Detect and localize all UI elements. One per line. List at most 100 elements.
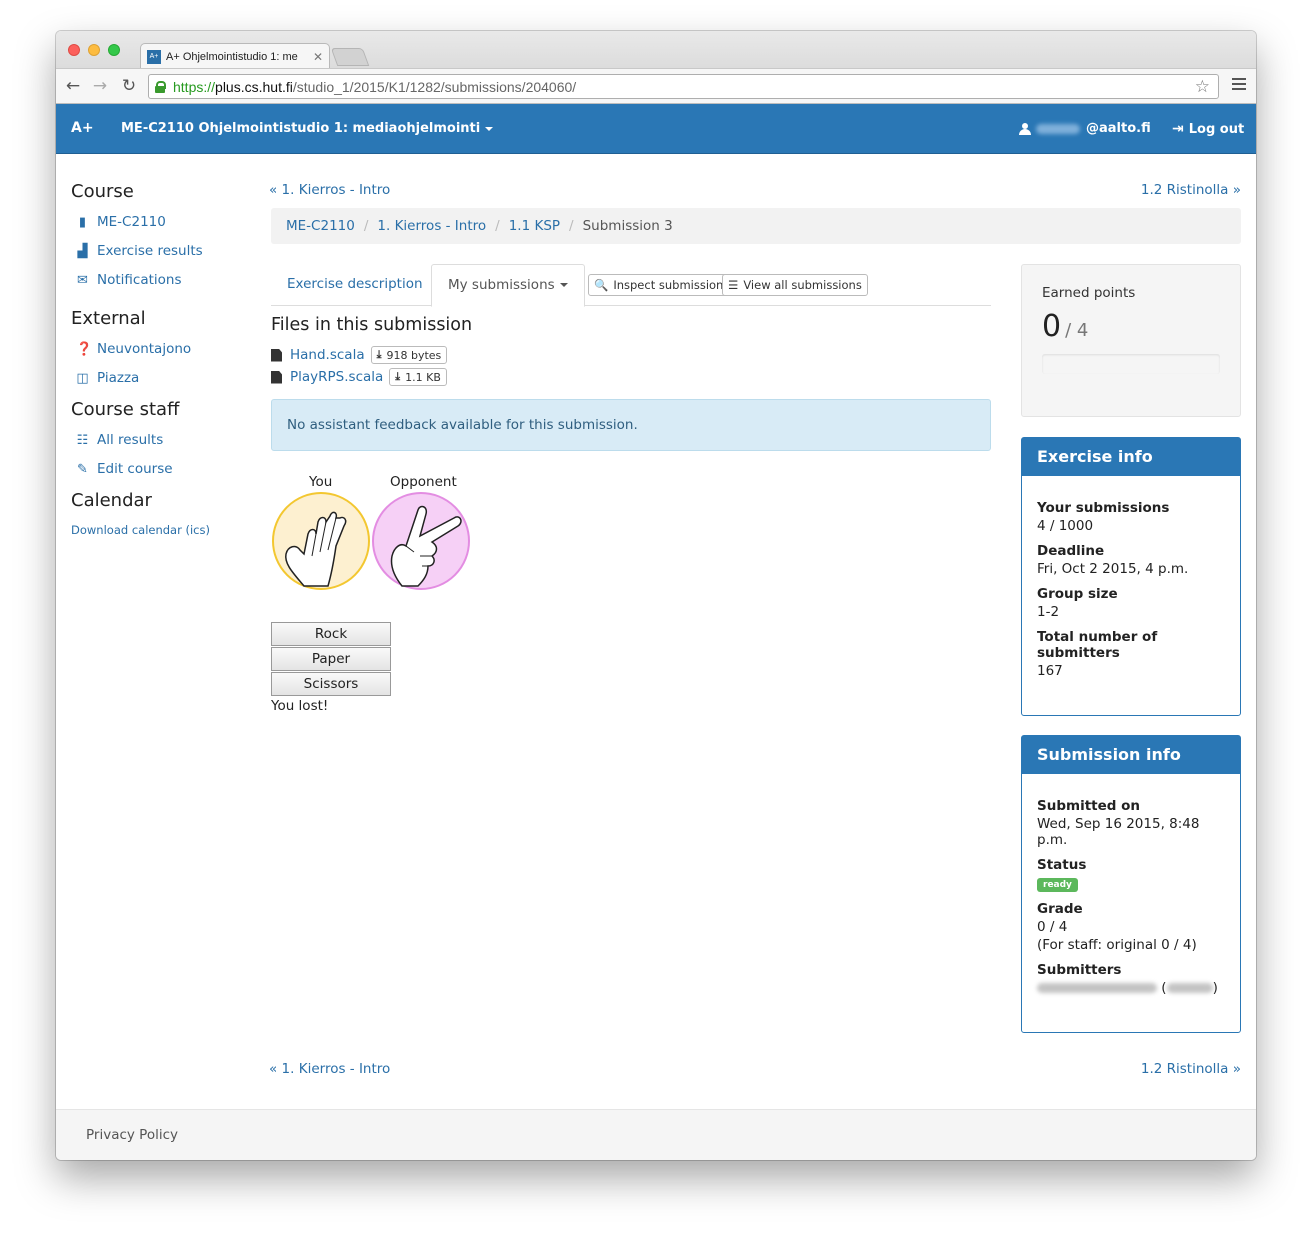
download-icon: ⤓ [395,370,401,383]
files-heading: Files in this submission [271,315,473,335]
rock-button[interactable]: Rock [271,622,391,646]
tab-my-submissions[interactable]: My submissions [431,264,585,307]
browser-toolbar: ← → ↻ https:// plus.cs.hut.fi /studio_1/… [56,68,1256,104]
pencil-icon: ✎ [77,461,88,477]
user-icon [1019,122,1031,135]
next-exercise-link[interactable]: 1.2 Ristinolla » [1141,1061,1241,1077]
pager-bottom: « 1. Kierros - Intro 1.2 Ristinolla » [269,1061,1241,1077]
sidebar-item-label: Exercise results [97,243,203,259]
bar-chart-icon: ▟ [77,243,88,259]
sidebar-item-edit-course[interactable]: ✎ Edit course [76,461,251,477]
download-icon: ⤓ [376,348,382,361]
brand-logo[interactable]: A+ [71,120,94,136]
submitted-on-label: Submitted on [1037,798,1141,814]
sidebar-item-label: Piazza [97,370,140,386]
sidebar-item-neuvontajono[interactable]: ❓ Neuvontajono [76,341,251,357]
next-exercise-link[interactable]: 1.2 Ristinolla » [1141,182,1241,198]
download-file-button[interactable]: ⤓ 1.1 KB [389,368,447,386]
prev-exercise-link[interactable]: « 1. Kierros - Intro [269,182,390,198]
course-dropdown[interactable]: ME-C2110 Ohjelmointistudio 1: mediaohjel… [121,121,494,136]
info-value: 167 [1037,663,1063,679]
logout-icon: ⇥ [1172,121,1184,137]
paper-button[interactable]: Paper [271,647,391,671]
opponent-label: Opponent [390,474,457,490]
inbox-icon: ◫ [76,370,89,386]
info-label: Your submissions [1037,500,1170,516]
earned-points-value: 0/ 4 [1042,309,1220,344]
inspect-submission-button[interactable]: 🔍 Inspect submission [588,274,730,296]
opponent-hand-circle [372,492,470,590]
file-size: 918 bytes [386,348,442,362]
user-menu[interactable]: @aalto.fi [1019,121,1151,136]
browser-window: A+ A+ Ohjelmointistudio 1: me ✕ ← → ↻ ht… [56,31,1256,1160]
earned-points-label: Earned points [1042,285,1136,301]
file-link[interactable]: Hand.scala [290,347,365,363]
sidebar-item-label: Edit course [97,461,173,477]
breadcrumb-item-round[interactable]: 1. Kierros - Intro [377,218,486,234]
earned-points-number: 0 [1042,309,1062,344]
address-bar[interactable]: https:// plus.cs.hut.fi /studio_1/2015/K… [148,74,1219,99]
file-link[interactable]: PlayRPS.scala [290,369,383,385]
grade-value: 0 / 4 [1037,919,1068,935]
download-calendar-link[interactable]: Download calendar (ics) [71,523,251,537]
file-icon [271,348,282,362]
back-arrow-icon[interactable]: ← [62,75,84,97]
privacy-policy-link[interactable]: Privacy Policy [86,1127,178,1143]
lock-icon [155,80,166,93]
breadcrumb-item-course[interactable]: ME-C2110 [286,218,355,234]
sidebar-heading-calendar: Calendar [71,490,152,511]
new-tab-button[interactable] [330,48,370,66]
minimize-window-button[interactable] [88,44,100,56]
view-all-submissions-button[interactable]: ☰ View all submissions [722,274,868,296]
exercise-info-panel: Exercise info Your submissions 4 / 1000 … [1021,437,1241,716]
status-label: Status [1037,857,1087,873]
info-value: Fri, Oct 2 2015, 4 p.m. [1037,561,1189,577]
logout-label: Log out [1188,121,1245,137]
submission-info-panel: Submission info Submitted on Wed, Sep 16… [1021,735,1241,1033]
view-all-submissions-label: View all submissions [743,278,862,292]
bookmark-star-icon[interactable]: ☆ [1195,77,1210,97]
reload-icon[interactable]: ↻ [118,75,140,97]
prev-exercise-link[interactable]: « 1. Kierros - Intro [269,1061,390,1077]
browser-tab[interactable]: A+ A+ Ohjelmointistudio 1: me ✕ [140,43,330,69]
sidebar-heading-course: Course [71,181,134,202]
favicon-icon: A+ [147,49,161,64]
scissors-button[interactable]: Scissors [271,672,391,696]
caret-down-icon [485,126,494,131]
file-row: Hand.scala ⤓ 918 bytes [271,346,448,364]
sidebar-item-piazza[interactable]: ◫ Piazza [76,370,251,386]
zoom-window-button[interactable] [108,44,120,56]
feedback-alert: No assistant feedback available for this… [271,399,991,451]
file-icon [271,370,282,384]
url-host: plus.cs.hut.fi [215,78,293,95]
sidebar-item-all-results[interactable]: ☷ All results [76,432,251,448]
sidebar-item-exercise-results[interactable]: ▟ Exercise results [76,243,251,259]
sidebar-heading-external: External [71,308,146,329]
sidebar-item-course[interactable]: ▮ ME-C2110 [76,214,251,230]
info-label: Deadline [1037,543,1105,559]
course-title: ME-C2110 Ohjelmointistudio 1: mediaohjel… [121,121,481,136]
earned-points-max: / 4 [1065,320,1089,341]
paper-hand-icon [285,511,347,587]
user-email-suffix: @aalto.fi [1086,121,1151,136]
sidebar: Course ▮ ME-C2110 ▟ Exercise results ✉ N… [71,181,251,537]
url-scheme: https:// [173,78,216,95]
points-progress-bar [1042,354,1220,374]
download-file-button[interactable]: ⤓ 918 bytes [370,346,448,364]
footer: Privacy Policy [56,1109,1256,1160]
file-row: PlayRPS.scala ⤓ 1.1 KB [271,368,447,386]
close-window-button[interactable] [68,44,80,56]
you-hand-circle [272,492,370,590]
sidebar-item-notifications[interactable]: ✉ Notifications [76,272,251,288]
forward-arrow-icon[interactable]: → [89,75,111,97]
browser-menu-icon[interactable] [1232,78,1246,93]
breadcrumb-separator: / [495,218,500,234]
breadcrumb-item-exercise[interactable]: 1.1 KSP [509,218,560,234]
tab-exercise-description[interactable]: Exercise description [271,264,439,306]
breadcrumb-separator: / [569,218,574,234]
logout-link[interactable]: ⇥ Log out [1172,121,1244,137]
grade-note: (For staff: original 0 / 4) [1037,937,1197,953]
tab-close-icon[interactable]: ✕ [313,50,323,64]
submitters-label: Submitters [1037,962,1122,978]
you-label: You [309,474,333,490]
